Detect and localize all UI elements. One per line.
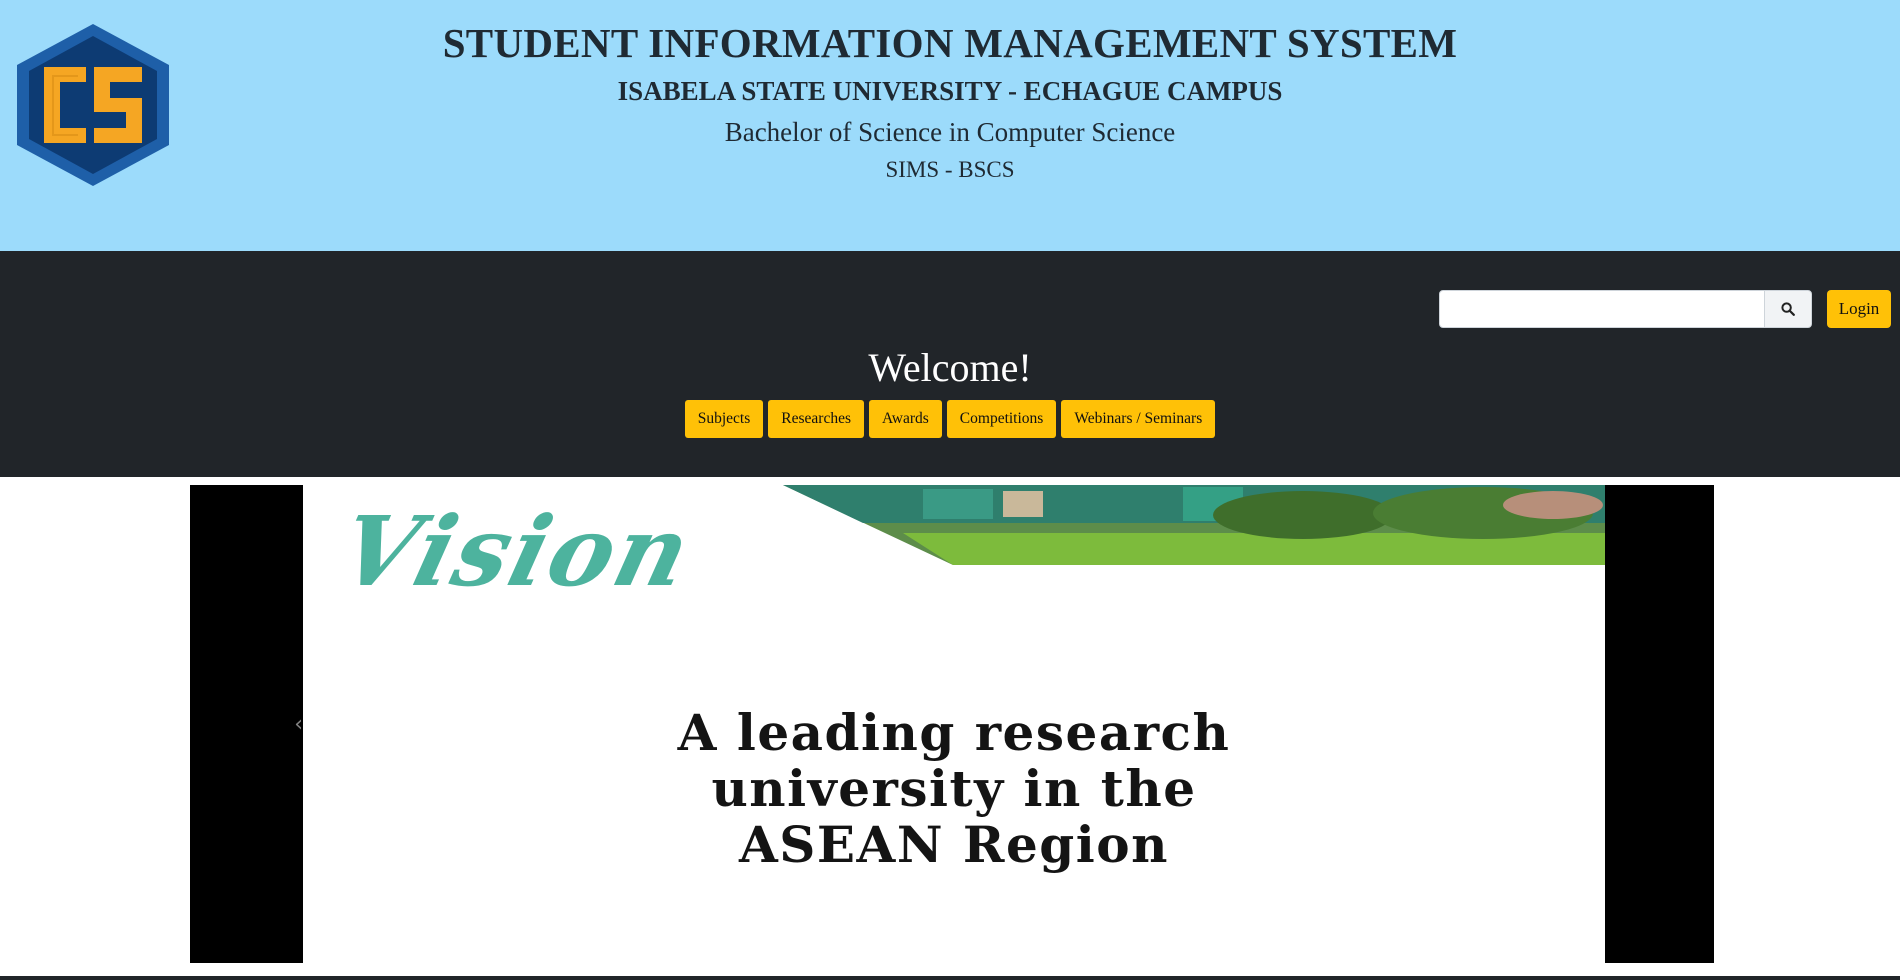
image-carousel: Vision A leading research university in …	[190, 485, 1714, 963]
vision-heading: Vision	[328, 495, 703, 608]
vision-line: ASEAN Region	[739, 815, 1169, 874]
vision-line: university in the	[711, 759, 1197, 818]
welcome-heading: Welcome!	[868, 345, 1032, 390]
carousel-next-button[interactable]	[1601, 485, 1714, 963]
site-header: STUDENT INFORMATION MANAGEMENT SYSTEM IS…	[0, 0, 1900, 251]
vision-statement: A leading research university in the ASE…	[303, 705, 1605, 873]
page-bottom-border	[0, 976, 1900, 980]
subjects-button[interactable]: Subjects	[684, 400, 764, 438]
awards-button[interactable]: Awards	[869, 400, 942, 438]
university-name: ISABELA STATE UNIVERSITY - ECHAGUE CAMPU…	[617, 76, 1283, 106]
webinars-seminars-button[interactable]: Webinars / Seminars	[1061, 400, 1216, 438]
carousel-prev-button[interactable]: ‹	[190, 485, 303, 963]
chevron-left-icon: ‹	[294, 711, 303, 737]
vision-line: A leading research	[677, 703, 1231, 762]
researches-button[interactable]: Researches	[768, 400, 864, 438]
page-title: STUDENT INFORMATION MANAGEMENT SYSTEM	[442, 20, 1458, 66]
competitions-button[interactable]: Competitions	[946, 400, 1057, 438]
navbar: Login Welcome! Subjects Researches Award…	[0, 251, 1900, 477]
program-name: Bachelor of Science in Computer Science	[724, 117, 1176, 147]
search-button[interactable]	[1764, 290, 1812, 328]
vision-slide: Vision A leading research university in …	[303, 485, 1605, 963]
category-buttons: Subjects Researches Awards Competitions …	[0, 400, 1900, 438]
login-button[interactable]: Login	[1827, 290, 1891, 328]
search-input[interactable]	[1439, 290, 1765, 328]
search-icon	[1781, 302, 1795, 316]
system-abbreviation: SIMS - BSCS	[885, 157, 1015, 182]
